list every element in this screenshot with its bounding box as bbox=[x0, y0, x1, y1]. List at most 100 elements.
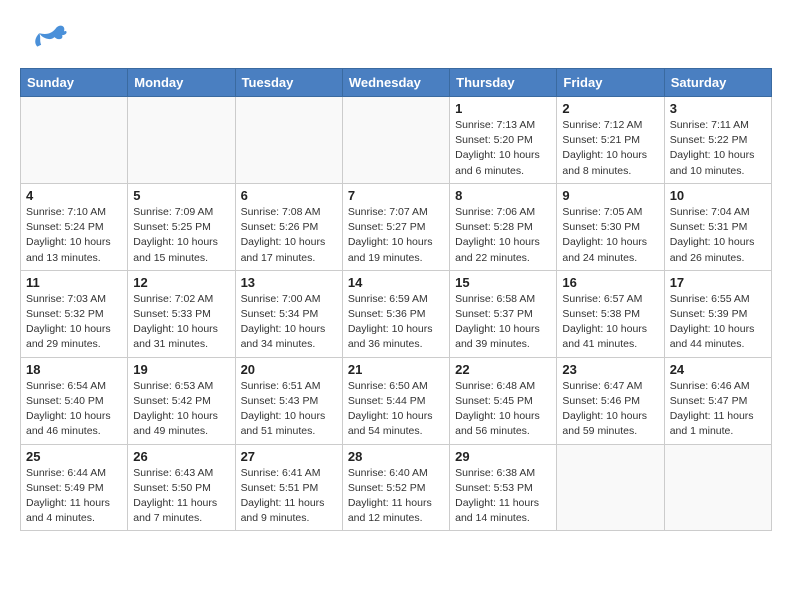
calendar-table: SundayMondayTuesdayWednesdayThursdayFrid… bbox=[20, 68, 772, 531]
calendar-cell: 16Sunrise: 6:57 AMSunset: 5:38 PMDayligh… bbox=[557, 270, 664, 357]
day-number: 8 bbox=[455, 188, 551, 203]
day-number: 7 bbox=[348, 188, 444, 203]
calendar-cell bbox=[235, 97, 342, 184]
day-info: Sunrise: 7:05 AMSunset: 5:30 PMDaylight:… bbox=[562, 205, 658, 266]
day-number: 4 bbox=[26, 188, 122, 203]
day-number: 3 bbox=[670, 101, 766, 116]
calendar-cell: 2 Sunrise: 7:12 AMSunset: 5:21 PMDaylight… bbox=[557, 97, 664, 184]
calendar-cell: 14 Sunrise: 6:59 AMSunset: 5:36 PMDayligh… bbox=[342, 270, 449, 357]
calendar-cell: 5 Sunrise: 7:09 AMSunset: 5:25 PMDaylight… bbox=[128, 183, 235, 270]
day-number: 15 bbox=[455, 275, 551, 290]
calendar-cell: 7 Sunrise: 7:07 AMSunset: 5:27 PMDaylight… bbox=[342, 183, 449, 270]
day-number: 13 bbox=[241, 275, 337, 290]
day-number: 11 bbox=[26, 275, 122, 290]
day-info: Sunrise: 6:54 AMSunset: 5:40 PMDaylight:… bbox=[26, 379, 122, 440]
day-info: Sunrise: 6:47 AMSunset: 5:46 PMDaylight:… bbox=[562, 379, 658, 440]
day-number: 25 bbox=[26, 449, 122, 464]
calendar-cell: 19 Sunrise: 6:53 AMSunset: 5:42 PMDayligh… bbox=[128, 357, 235, 444]
calendar-cell: 23 Sunrise: 6:47 AMSunset: 5:46 PMDayligh… bbox=[557, 357, 664, 444]
day-number: 10 bbox=[670, 188, 766, 203]
weekday-header-sunday: Sunday bbox=[21, 69, 128, 97]
day-number: 22 bbox=[455, 362, 551, 377]
day-info: Sunrise: 7:09 AMSunset: 5:25 PMDaylight:… bbox=[133, 205, 229, 266]
calendar-week-row: 1 Sunrise: 7:13 AMSunset: 5:20 PMDaylight… bbox=[21, 97, 772, 184]
day-info: Sunrise: 7:02 AMSunset: 5:33 PMDaylight:… bbox=[133, 292, 229, 353]
calendar-week-row: 18 Sunrise: 6:54 AMSunset: 5:40 PMDayligh… bbox=[21, 357, 772, 444]
day-number: 21 bbox=[348, 362, 444, 377]
day-number: 14 bbox=[348, 275, 444, 290]
day-info: Sunrise: 6:50 AMSunset: 5:44 PMDaylight:… bbox=[348, 379, 444, 440]
logo bbox=[20, 20, 70, 58]
day-info: Sunrise: 6:55 AMSunset: 5:39 PMDaylight:… bbox=[670, 292, 766, 353]
day-number: 24 bbox=[670, 362, 766, 377]
calendar-cell: 29 Sunrise: 6:38 AMSunset: 5:53 PMDayligh… bbox=[450, 444, 557, 531]
calendar-cell: 15 Sunrise: 6:58 AMSunset: 5:37 PMDayligh… bbox=[450, 270, 557, 357]
day-number: 17 bbox=[670, 275, 766, 290]
day-info: Sunrise: 6:53 AMSunset: 5:42 PMDaylight:… bbox=[133, 379, 229, 440]
day-info: Sunrise: 6:59 AMSunset: 5:36 PMDaylight:… bbox=[348, 292, 444, 353]
calendar-cell: 18 Sunrise: 6:54 AMSunset: 5:40 PMDayligh… bbox=[21, 357, 128, 444]
calendar-cell bbox=[342, 97, 449, 184]
calendar-cell bbox=[128, 97, 235, 184]
day-info: Sunrise: 6:57 AMSunset: 5:38 PMDaylight:… bbox=[562, 292, 658, 353]
day-info: Sunrise: 6:44 AMSunset: 5:49 PMDaylight:… bbox=[26, 466, 122, 527]
day-number: 28 bbox=[348, 449, 444, 464]
day-info: Sunrise: 6:38 AMSunset: 5:53 PMDaylight:… bbox=[455, 466, 551, 527]
calendar-cell bbox=[557, 444, 664, 531]
page-header bbox=[20, 20, 772, 58]
calendar-cell: 28 Sunrise: 6:40 AMSunset: 5:52 PMDayligh… bbox=[342, 444, 449, 531]
day-info: Sunrise: 7:08 AMSunset: 5:26 PMDaylight:… bbox=[241, 205, 337, 266]
calendar-cell: 25 Sunrise: 6:44 AMSunset: 5:49 PMDayligh… bbox=[21, 444, 128, 531]
day-number: 6 bbox=[241, 188, 337, 203]
day-info: Sunrise: 7:11 AMSunset: 5:22 PMDaylight:… bbox=[670, 118, 766, 179]
day-number: 19 bbox=[133, 362, 229, 377]
day-number: 18 bbox=[26, 362, 122, 377]
weekday-header-wednesday: Wednesday bbox=[342, 69, 449, 97]
day-info: Sunrise: 7:03 AMSunset: 5:32 PMDaylight:… bbox=[26, 292, 122, 353]
calendar-week-row: 4 Sunrise: 7:10 AMSunset: 5:24 PMDaylight… bbox=[21, 183, 772, 270]
day-info: Sunrise: 6:43 AMSunset: 5:50 PMDaylight:… bbox=[133, 466, 229, 527]
weekday-header-thursday: Thursday bbox=[450, 69, 557, 97]
day-number: 1 bbox=[455, 101, 551, 116]
day-info: Sunrise: 7:13 AMSunset: 5:20 PMDaylight:… bbox=[455, 118, 551, 179]
day-info: Sunrise: 7:04 AMSunset: 5:31 PMDaylight:… bbox=[670, 205, 766, 266]
calendar-cell: 24Sunrise: 6:46 AMSunset: 5:47 PMDayligh… bbox=[664, 357, 771, 444]
day-info: Sunrise: 6:41 AMSunset: 5:51 PMDaylight:… bbox=[241, 466, 337, 527]
weekday-header-tuesday: Tuesday bbox=[235, 69, 342, 97]
calendar-cell: 21 Sunrise: 6:50 AMSunset: 5:44 PMDayligh… bbox=[342, 357, 449, 444]
calendar-cell: 17 Sunrise: 6:55 AMSunset: 5:39 PMDayligh… bbox=[664, 270, 771, 357]
day-info: Sunrise: 7:12 AMSunset: 5:21 PMDaylight:… bbox=[562, 118, 658, 179]
day-number: 26 bbox=[133, 449, 229, 464]
day-number: 27 bbox=[241, 449, 337, 464]
weekday-header-row: SundayMondayTuesdayWednesdayThursdayFrid… bbox=[21, 69, 772, 97]
calendar-cell: 12 Sunrise: 7:02 AMSunset: 5:33 PMDayligh… bbox=[128, 270, 235, 357]
weekday-header-monday: Monday bbox=[128, 69, 235, 97]
day-info: Sunrise: 6:51 AMSunset: 5:43 PMDaylight:… bbox=[241, 379, 337, 440]
day-number: 2 bbox=[562, 101, 658, 116]
calendar-cell: 6 Sunrise: 7:08 AMSunset: 5:26 PMDaylight… bbox=[235, 183, 342, 270]
calendar-cell bbox=[664, 444, 771, 531]
day-info: Sunrise: 7:07 AMSunset: 5:27 PMDaylight:… bbox=[348, 205, 444, 266]
calendar-week-row: 11 Sunrise: 7:03 AMSunset: 5:32 PMDayligh… bbox=[21, 270, 772, 357]
day-number: 29 bbox=[455, 449, 551, 464]
calendar-cell: 4 Sunrise: 7:10 AMSunset: 5:24 PMDaylight… bbox=[21, 183, 128, 270]
day-info: Sunrise: 7:00 AMSunset: 5:34 PMDaylight:… bbox=[241, 292, 337, 353]
day-info: Sunrise: 6:40 AMSunset: 5:52 PMDaylight:… bbox=[348, 466, 444, 527]
calendar-cell: 26 Sunrise: 6:43 AMSunset: 5:50 PMDayligh… bbox=[128, 444, 235, 531]
day-info: Sunrise: 7:10 AMSunset: 5:24 PMDaylight:… bbox=[26, 205, 122, 266]
day-number: 5 bbox=[133, 188, 229, 203]
calendar-cell: 10 Sunrise: 7:04 AMSunset: 5:31 PMDayligh… bbox=[664, 183, 771, 270]
day-info: Sunrise: 6:58 AMSunset: 5:37 PMDaylight:… bbox=[455, 292, 551, 353]
day-info: Sunrise: 7:06 AMSunset: 5:28 PMDaylight:… bbox=[455, 205, 551, 266]
calendar-cell: 11 Sunrise: 7:03 AMSunset: 5:32 PMDayligh… bbox=[21, 270, 128, 357]
day-number: 12 bbox=[133, 275, 229, 290]
day-number: 9 bbox=[562, 188, 658, 203]
calendar-cell: 9 Sunrise: 7:05 AMSunset: 5:30 PMDaylight… bbox=[557, 183, 664, 270]
calendar-cell: 13 Sunrise: 7:00 AMSunset: 5:34 PMDayligh… bbox=[235, 270, 342, 357]
day-number: 23 bbox=[562, 362, 658, 377]
calendar-cell: 8 Sunrise: 7:06 AMSunset: 5:28 PMDaylight… bbox=[450, 183, 557, 270]
logo-bird-icon bbox=[20, 20, 68, 58]
day-number: 20 bbox=[241, 362, 337, 377]
day-info: Sunrise: 6:48 AMSunset: 5:45 PMDaylight:… bbox=[455, 379, 551, 440]
calendar-week-row: 25 Sunrise: 6:44 AMSunset: 5:49 PMDayligh… bbox=[21, 444, 772, 531]
